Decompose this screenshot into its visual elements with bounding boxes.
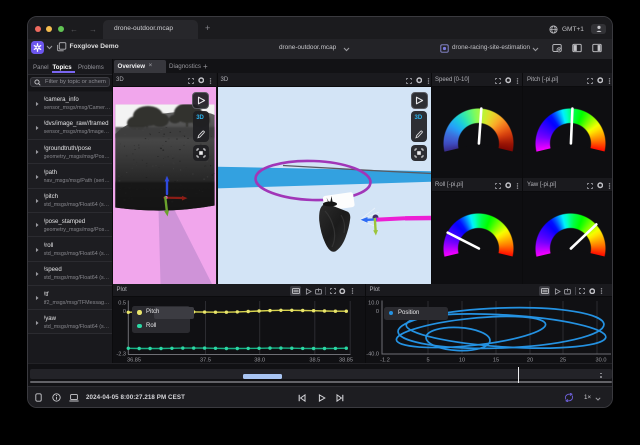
svg-text:0: 0 — [376, 309, 379, 315]
svg-text:-2.3: -2.3 — [116, 352, 126, 358]
svg-text:0: 0 — [123, 309, 126, 315]
svg-text:0.5: 0.5 — [118, 301, 126, 307]
svg-text:-40.0: -40.0 — [366, 352, 379, 358]
svg-text:10.0: 10.0 — [368, 301, 379, 307]
